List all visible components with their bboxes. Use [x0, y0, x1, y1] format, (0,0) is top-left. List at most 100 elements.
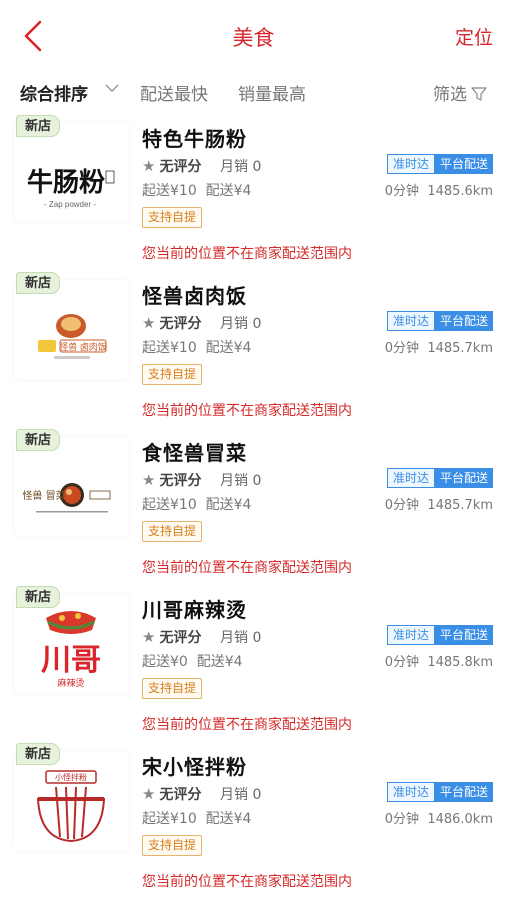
rating-text: 无评分	[159, 787, 202, 803]
delivery-fee: 配送¥4	[205, 183, 252, 199]
filter-label: 筛选	[433, 85, 467, 105]
ontime-badge: 准时达	[386, 625, 435, 645]
delivery-fee: 配送¥4	[205, 811, 252, 827]
distance: 1485.8km	[427, 655, 493, 670]
store-card[interactable]: 新店 小怪拌粉 宋小怪拌粉 ★ 无评分 月销 0 准时达 平台配送 起送¥10 配…	[0, 743, 507, 900]
time-distance: 0分钟 1486.0km	[385, 808, 493, 827]
monthly-sales: 月销 0	[220, 316, 262, 332]
funnel-icon	[471, 87, 487, 101]
time-distance: 0分钟 1485.7km	[385, 337, 493, 356]
pickup-tag: 支持自提	[142, 835, 203, 856]
time-distance: 0分钟 1485.6km	[385, 180, 493, 199]
store-logo-image: 牛肠粉 - Zap powder -	[27, 168, 115, 209]
out-of-range-warning: 您当前的位置不在商家配送范围内	[142, 874, 352, 890]
store-rating: ★ 无评分	[142, 784, 201, 804]
delivery-time: 0分钟	[384, 812, 420, 827]
logo-text: 怪兽 卤肉饭	[59, 341, 107, 352]
pickup-tag: 支持自提	[142, 678, 203, 699]
page-title: 美食	[232, 26, 275, 50]
store-logo-image: 怪兽 冒菜	[22, 483, 111, 513]
delivery-time: 0分钟	[384, 498, 420, 513]
store-logo: 牛肠粉 - Zap powder -	[14, 123, 129, 223]
store-rating: ★ 无评分	[142, 156, 201, 176]
pickup-tag: 支持自提	[142, 207, 203, 228]
monthly-sales: 月销 0	[220, 473, 262, 489]
delivery-time: 0分钟	[384, 184, 420, 199]
star-icon: ★	[142, 471, 156, 489]
store-logo-image: 川哥 麻辣烫	[41, 611, 101, 688]
pickup-tag: 支持自提	[142, 364, 203, 385]
store-rating: ★ 无评分	[142, 470, 201, 490]
header-bar: 美食 定位	[0, 0, 507, 70]
min-order: 起送¥10	[142, 811, 197, 827]
out-of-range-warning: 您当前的位置不在商家配送范围内	[142, 246, 352, 262]
logo-text: 小怪拌粉	[55, 772, 87, 782]
new-store-badge: 新店	[16, 429, 61, 451]
sort-fastest[interactable]: 配送最快	[140, 80, 208, 105]
platform-delivery-badge: 平台配送	[434, 782, 493, 802]
ontime-badge: 准时达	[386, 782, 435, 802]
store-card[interactable]: 新店 怪兽 冒菜 食怪兽冒菜 ★ 无评分 月销 0 准时达 平台配送 起送¥10 …	[0, 429, 507, 586]
distance: 1485.7km	[427, 341, 493, 356]
store-card[interactable]: 新店 怪兽 卤肉饭 怪兽卤肉饭 ★ 无评分 月销 0 准时达 平台配送 起送¥10…	[0, 272, 507, 429]
store-rating: ★ 无评分	[142, 313, 201, 333]
distance: 1486.0km	[427, 812, 493, 827]
new-store-badge: 新店	[16, 272, 61, 294]
min-order: 起送¥10	[142, 340, 197, 356]
delivery-badges: 准时达 平台配送	[386, 468, 493, 488]
fee-info: 起送¥0 配送¥4	[142, 651, 243, 671]
star-icon: ★	[142, 157, 156, 175]
logo-text: 怪兽 冒菜	[22, 489, 65, 502]
platform-delivery-badge: 平台配送	[434, 625, 493, 645]
fee-info: 起送¥10 配送¥4	[142, 337, 251, 357]
chevron-down-icon[interactable]	[104, 82, 120, 94]
delivery-badges: 准时达 平台配送	[386, 154, 493, 174]
logo-text: 川哥	[41, 643, 101, 678]
sort-best-selling[interactable]: 销量最高	[238, 80, 306, 105]
out-of-range-warning: 您当前的位置不在商家配送范围内	[142, 717, 352, 733]
store-rating: ★ 无评分	[142, 627, 201, 647]
ontime-badge: 准时达	[386, 154, 435, 174]
store-card[interactable]: 新店 牛肠粉 - Zap powder - 特色牛肠粉 ★ 无评分 月销 0 准时…	[0, 115, 507, 272]
store-logo-image: 小怪拌粉	[36, 770, 106, 843]
new-store-badge: 新店	[16, 115, 61, 137]
store-card[interactable]: 新店 川哥 麻辣烫 川哥麻辣烫 ★ 无评分 月销 0 准时达 平台配送 起送¥0 …	[0, 586, 507, 743]
platform-delivery-badge: 平台配送	[434, 468, 493, 488]
monthly-sales: 月销 0	[220, 787, 262, 803]
pickup-tag: 支持自提	[142, 521, 203, 542]
time-distance: 0分钟 1485.7km	[385, 494, 493, 513]
delivery-badges: 准时达 平台配送	[386, 782, 493, 802]
distance: 1485.6km	[427, 184, 493, 199]
distance: 1485.7km	[427, 498, 493, 513]
ontime-badge: 准时达	[386, 468, 435, 488]
delivery-badges: 准时达 平台配送	[386, 311, 493, 331]
min-order: 起送¥0	[142, 654, 188, 670]
monthly-sales: 月销 0	[220, 630, 262, 646]
rating-text: 无评分	[159, 159, 202, 175]
logo-subtext: - Zap powder -	[44, 200, 96, 209]
fee-info: 起送¥10 配送¥4	[142, 180, 251, 200]
rating-text: 无评分	[159, 316, 202, 332]
filter-button[interactable]: 筛选	[433, 80, 487, 105]
delivery-fee: 配送¥4	[196, 654, 243, 670]
min-order: 起送¥10	[142, 497, 197, 513]
min-order: 起送¥10	[142, 183, 197, 199]
delivery-time: 0分钟	[384, 341, 420, 356]
rating-text: 无评分	[159, 630, 202, 646]
fee-info: 起送¥10 配送¥4	[142, 808, 251, 828]
locate-button[interactable]: 定位	[455, 23, 493, 50]
out-of-range-warning: 您当前的位置不在商家配送范围内	[142, 560, 352, 576]
store-logo-image: 怪兽 卤肉饭	[38, 314, 107, 359]
ontime-badge: 准时达	[386, 311, 435, 331]
star-icon: ★	[142, 628, 156, 646]
star-icon: ★	[142, 785, 156, 803]
star-icon: ★	[142, 314, 156, 332]
new-store-badge: 新店	[16, 743, 61, 765]
logo-text: 牛肠粉	[27, 168, 105, 198]
platform-delivery-badge: 平台配送	[434, 154, 493, 174]
sort-bar: 综合排序 配送最快 销量最高 筛选	[0, 74, 507, 110]
sort-comprehensive[interactable]: 综合排序	[20, 80, 88, 105]
store-logo: 小怪拌粉	[14, 751, 129, 851]
store-logo: 怪兽 冒菜	[14, 437, 129, 537]
store-name: 食怪兽冒菜	[142, 441, 247, 465]
